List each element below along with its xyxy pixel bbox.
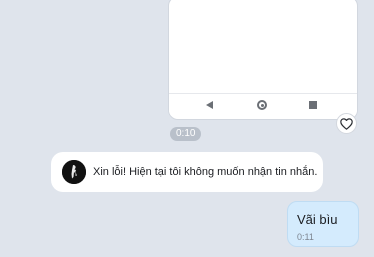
- message-text: Vãi bìu: [297, 212, 338, 227]
- timestamp-badge: 0:10: [170, 127, 202, 141]
- home-circle-icon: [257, 100, 267, 110]
- message-text: Xin lỗi! Hiện tại tôi không muốn nhận ti…: [93, 166, 318, 178]
- image-message[interactable]: [168, 0, 358, 120]
- recent-square-icon: [309, 101, 317, 109]
- android-nav-bar: [169, 93, 357, 116]
- avatar[interactable]: [62, 160, 86, 184]
- outgoing-message[interactable]: Vãi bìu 0:11: [287, 201, 359, 247]
- chat-area: 0:10 Xin lỗi! Hiện tại tôi không muốn nh…: [0, 0, 374, 257]
- incoming-message[interactable]: Xin lỗi! Hiện tại tôi không muốn nhận ti…: [51, 152, 323, 192]
- screenshot-content: [175, 0, 351, 93]
- react-button[interactable]: [336, 113, 357, 134]
- heart-icon: [340, 117, 353, 130]
- avatar-icon: [62, 160, 86, 184]
- message-time: 0:11: [297, 232, 314, 242]
- back-triangle-icon: [206, 101, 213, 109]
